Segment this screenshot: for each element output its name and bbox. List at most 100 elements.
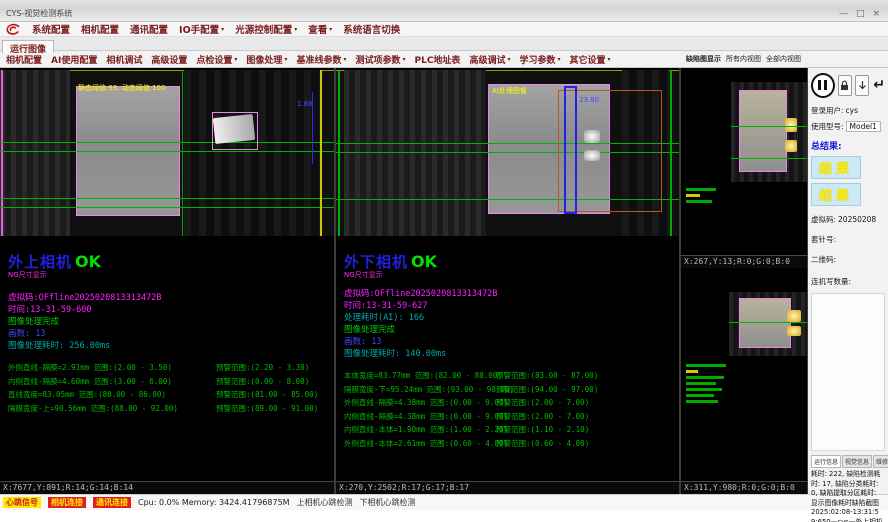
close-button[interactable]: × <box>872 9 880 19</box>
tab-strip: 运行图像 <box>0 37 888 51</box>
runtime-log-text: 耗时: 222, 缺陷检测耗时: 17, 缺陷分类耗时: 0, 缺陷提取分区耗时… <box>811 470 885 522</box>
cpu-memory-text: Cpu: 0.0% Memory: 3424.41796875M <box>138 498 290 507</box>
tab-run-image[interactable]: 运行图像 <box>2 40 54 53</box>
measurement-row: 外侧直线-隔膜=4.38mm 范围:(0.00 - 9.00)预警范围:(2.0… <box>344 396 675 410</box>
menu-item-comm-config[interactable]: 通讯配置 <box>130 22 168 36</box>
mini-text-line <box>686 376 724 379</box>
dropdown-arrow-icon: ▾ <box>221 26 224 33</box>
blue-measure-value: 1.88 <box>297 100 313 108</box>
login-user-value: cys <box>846 106 858 115</box>
warning-range-text: 预警范围:(2.00 - 7.00) <box>496 396 589 410</box>
tab-vision-info[interactable]: 视觉信息 <box>842 455 872 468</box>
control-buttons: ↵ <box>811 70 885 100</box>
toolbar-test-params[interactable]: 测试项参数▾ <box>355 53 405 66</box>
virtual-code-line: 虚拟码:OFfline2025020813313472B <box>8 292 330 304</box>
coordinate-bar-thumb-top: X:267,Y:13;R:0;G:0;B:0 <box>681 255 807 268</box>
dropdown-arrow-icon: ▾ <box>557 56 560 63</box>
dropdown-arrow-icon: ▾ <box>343 56 346 63</box>
measurement-text: 本体宽度=83.77mm 范围:(82.00 - 88.00) <box>344 369 496 383</box>
green-guide-line <box>0 207 334 208</box>
measurement-text: 外侧直线-隔膜=2.91mm 范围:(2.00 - 3.50) <box>8 361 216 375</box>
maximize-button[interactable]: □ <box>856 9 865 19</box>
menu-item-view[interactable]: 查看▾ <box>308 22 332 36</box>
dropdown-arrow-icon: ▾ <box>234 56 237 63</box>
result-box-lower: 结果 <box>811 183 861 206</box>
toolbar-advanced-settings[interactable]: 高级设置 <box>151 53 187 66</box>
app-logo-icon <box>5 23 21 36</box>
toolbar-advanced-debug[interactable]: 高级调试▾ <box>469 53 510 66</box>
toolbar-camera-config[interactable]: 相机配置 <box>6 53 42 66</box>
warning-range-text: 预警范围:(0.60 - 4.00) <box>496 437 589 451</box>
toolbar-baseline-params[interactable]: 基准线参数▾ <box>296 53 346 66</box>
tab-maintenance-info[interactable]: 维修信息 <box>873 455 888 468</box>
model-value[interactable]: Model1 <box>846 121 881 132</box>
measurement-text: 内侧直线-隔膜=4.60mm 范围:(3.00 - 6.00) <box>8 375 216 389</box>
toolbar-camera-debug[interactable]: 相机调试 <box>106 53 142 66</box>
login-user-label: 登录用户: <box>811 105 844 116</box>
menu-item-system-config[interactable]: 系统配置 <box>32 22 70 36</box>
measurement-row: 直线宽度=83.05mm 范围:(80.00 - 86.00)预警范围:(81.… <box>8 388 330 402</box>
menu-item-io-config[interactable]: IO手配置▾ <box>179 22 224 36</box>
dropdown-arrow-icon: ▾ <box>329 26 332 33</box>
tab-run-info[interactable]: 运行信息 <box>811 455 841 468</box>
toolbar-learning-params[interactable]: 学习参数▾ <box>519 53 560 66</box>
menu-item-light-config[interactable]: 光源控制配置▾ <box>235 22 297 36</box>
process-done-line: 图像处理完成 <box>344 324 675 336</box>
defect-highlight <box>787 310 801 322</box>
lower-camera-heartbeat-text: 下相机心跳检测 <box>360 497 416 508</box>
empty-list-area[interactable] <box>811 293 885 451</box>
lock-icon <box>840 80 849 91</box>
measurement-row: 内侧直线-本体=1.90mm 范围:(1.00 - 2.20)预警范围:(1.1… <box>344 423 675 437</box>
defect-view-tabs: 缺陷图显示 所有内视图 全部内视图 <box>683 54 810 64</box>
toolbar-ai-config[interactable]: AI使用配置 <box>51 53 97 66</box>
tab-defect-display[interactable]: 缺陷图显示 <box>686 54 721 64</box>
return-button[interactable]: ↵ <box>873 77 885 93</box>
menu-item-language-switch[interactable]: 系统语言切换 <box>343 22 400 36</box>
menu-item-camera-config[interactable]: 相机配置 <box>81 22 119 36</box>
warning-range-text: 预警范围:(1.10 - 2.10) <box>496 423 589 437</box>
camera-view-lower[interactable]: 23.80 AI处理图像 外下相机 OK NG尺寸显示 虚拟码:OFfline2… <box>336 68 681 494</box>
toolbar-spot-check[interactable]: 点检设置▾ <box>196 53 237 66</box>
defect-highlight <box>787 326 801 336</box>
measurement-row: 外侧直线-本体=2.61mm 范围:(0.60 - 4.00)预警范围:(0.6… <box>344 437 675 451</box>
tab-full-views[interactable]: 全部内视图 <box>766 54 801 64</box>
login-user-row: 登录用户: cys <box>811 105 885 116</box>
pause-icon <box>824 80 827 90</box>
needle-row: 套针号: <box>811 234 885 245</box>
toolbar-other-settings[interactable]: 其它设置▾ <box>570 53 611 66</box>
lock-button[interactable] <box>838 75 852 96</box>
toolbar-image-process[interactable]: 图像处理▾ <box>246 53 287 66</box>
camera-view-upper[interactable]: 1.88 静态阈值:93, 动态阈值:100 外上相机 OK NG尺寸显示 虚拟… <box>0 68 336 494</box>
capture-button[interactable] <box>855 75 869 96</box>
result-box-upper: 结果 <box>811 156 861 179</box>
measurement-text: 隔膜宽度-上=90.56mm 范围:(88.00 - 92.00) <box>8 402 216 416</box>
thumbnail-view-bottom[interactable]: X:311,Y:980;R:0;G:0;B:0 <box>681 268 807 494</box>
tab-all-views[interactable]: 所有内视图 <box>726 54 761 64</box>
minimize-button[interactable]: — <box>839 9 848 19</box>
green-guide-line <box>182 70 183 236</box>
warning-range-text: 预警范围:(83.00 - 87.00) <box>496 369 598 383</box>
log-tabs: 运行信息 视觉信息 维修信息 <box>811 455 885 468</box>
warning-range-text: 预警范围:(81.00 - 85.00) <box>216 388 318 402</box>
green-guide-line <box>729 322 807 323</box>
measurement-list: 本体宽度=83.77mm 范围:(82.00 - 88.00)预警范围:(83.… <box>344 369 675 450</box>
window-title: CYS-视觉检测系统 <box>6 8 839 19</box>
coordinate-bar-thumb-bottom: X:311,Y:980;R:0;G:0;B:0 <box>681 481 807 494</box>
camera-title: 外下相机 <box>344 251 408 272</box>
toolbar-plc-address[interactable]: PLC地址表 <box>415 53 461 66</box>
green-guide-line <box>731 126 807 127</box>
measurement-text: 直线宽度=83.05mm 范围:(80.00 - 86.00) <box>8 388 216 402</box>
warning-range-text: 预警范围:(89.00 - 91.00) <box>216 402 318 416</box>
dropdown-arrow-icon: ▾ <box>402 56 405 63</box>
product-region-box <box>739 298 791 348</box>
ai-elapsed-line: 处理耗时(AI): 166 <box>344 312 675 324</box>
mini-text-line <box>686 400 718 403</box>
write-count-label: 连机写数量: <box>811 276 851 287</box>
thumbnail-view-top[interactable]: X:267,Y:13;R:0;G:0;B:0 <box>681 68 807 268</box>
pause-button[interactable] <box>811 73 835 98</box>
status-bar: 心跳信号 相机连接 通讯连接 Cpu: 0.0% Memory: 3424.41… <box>0 494 888 510</box>
heartbeat-status-badge: 心跳信号 <box>3 497 41 508</box>
virtual-code-label: 虚拟码: <box>811 214 836 225</box>
mini-text-line <box>686 394 714 397</box>
qr-row: 二维码: <box>811 254 885 265</box>
